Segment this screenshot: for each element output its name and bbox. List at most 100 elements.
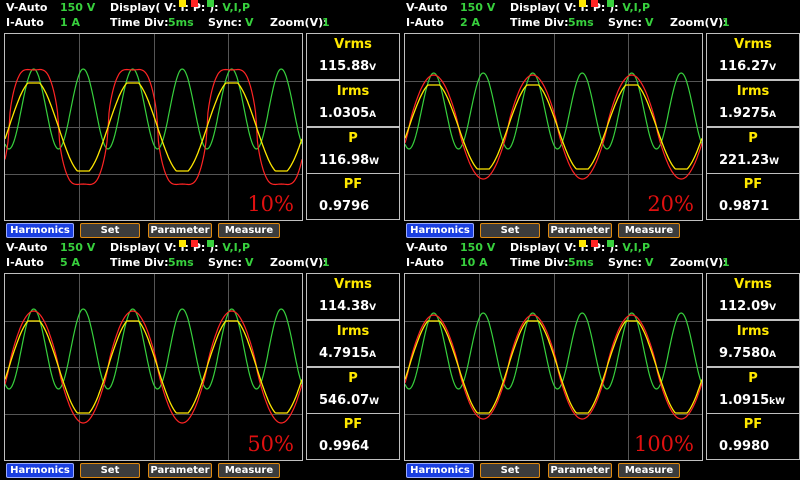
waveform-display: 10% <box>4 33 303 221</box>
irms-unit: A <box>769 110 777 120</box>
i-range-label: I-Auto <box>406 256 444 269</box>
power-swatch-icon <box>607 240 615 247</box>
power-value: 1.0915 <box>719 393 770 408</box>
set-button[interactable]: Set <box>80 463 140 478</box>
power-label: P <box>348 371 358 386</box>
pf-value: 0.9964 <box>319 439 370 454</box>
measure-button[interactable]: Measure <box>618 463 680 478</box>
pf-label: PF <box>343 177 363 192</box>
irms-value: 4.7915 <box>319 346 370 361</box>
vrms-label: Vrms <box>734 277 772 292</box>
waveform-display: 20% <box>404 33 703 221</box>
parameter-button[interactable]: Parameter <box>548 223 612 238</box>
vrms-value-group: 115.88V <box>319 59 376 74</box>
softkey-bar: Harmonics Set Parameter Measure <box>400 462 800 478</box>
current-swatch-icon <box>190 240 198 247</box>
vrms-unit: V <box>369 63 377 73</box>
readings-panel: Vrms 116.27V Irms 1.9275A P 221.23W PF 0.9871 <box>706 33 800 220</box>
parameter-button[interactable]: Parameter <box>148 463 212 478</box>
measure-button[interactable]: Measure <box>218 463 280 478</box>
meter-panel: V-Auto 150 V I-Auto 5 A Display( V: I: P: ):… <box>0 240 400 480</box>
vrms-value-group: 114.38V <box>319 299 376 314</box>
vrms-value: 115.88 <box>319 59 370 74</box>
vrms-unit: V <box>769 303 777 313</box>
current-swatch-icon <box>590 240 598 247</box>
sync-label: Sync: <box>608 256 642 269</box>
irms-value: 1.0305 <box>319 106 370 121</box>
vrms-value-group: 116.27V <box>719 59 776 74</box>
voltage-swatch-icon <box>178 0 186 7</box>
power-swatch-icon <box>207 0 215 7</box>
irms-reading: Irms 1.0305A <box>306 80 400 127</box>
power-value: 116.98 <box>319 153 370 168</box>
display-value: V,I,P <box>222 1 251 14</box>
pf-label: PF <box>343 417 363 432</box>
load-percent-label: 100% <box>633 432 694 456</box>
readings-panel: Vrms 115.88V Irms 1.0305A P 116.98W PF 0.9796 <box>306 33 400 220</box>
pf-value: 0.9796 <box>319 199 370 214</box>
v-range-value: 150 V <box>460 1 496 14</box>
status-header: V-Auto 150 V I-Auto 2 A Display( V: I: P: ):… <box>400 0 800 32</box>
parameter-button[interactable]: Parameter <box>548 463 612 478</box>
timediv-label: Time Div: <box>110 16 169 29</box>
waveform-display: 50% <box>4 273 303 461</box>
voltage-swatch-icon <box>578 240 586 247</box>
i-range-label: I-Auto <box>406 16 444 29</box>
power-value: 221.23 <box>719 153 770 168</box>
harmonics-button[interactable]: Harmonics <box>406 463 474 478</box>
set-button[interactable]: Set <box>480 223 540 238</box>
display-label: Display( V: <box>510 1 577 14</box>
power-label: P <box>348 131 358 146</box>
voltage-swatch-icon <box>178 240 186 247</box>
harmonics-button[interactable]: Harmonics <box>6 463 74 478</box>
pf-reading: PF 0.9796 <box>306 173 400 220</box>
meter-panel: V-Auto 150 V I-Auto 2 A Display( V: I: P: ):… <box>400 0 800 240</box>
irms-reading: Irms 1.9275A <box>706 80 800 127</box>
meter-panel: V-Auto 150 V I-Auto 1 A Display( V: I: P: ):… <box>0 0 400 240</box>
harmonics-button[interactable]: Harmonics <box>406 223 474 238</box>
zoom-value: 1 <box>722 16 730 29</box>
pf-label: PF <box>743 417 763 432</box>
zoom-value: 1 <box>322 16 330 29</box>
voltage-swatch-icon <box>578 0 586 7</box>
zoom-value: 1 <box>322 256 330 269</box>
harmonics-button[interactable]: Harmonics <box>6 223 74 238</box>
display-setting: Display( V: I: P: ): V,I,P <box>510 240 650 255</box>
vrms-unit: V <box>769 63 777 73</box>
v-range-label: V-Auto <box>6 1 48 14</box>
pf-value: 0.9871 <box>719 199 770 214</box>
power-value-group: 1.0915kW <box>719 393 785 408</box>
v-range-label: V-Auto <box>406 1 448 14</box>
set-button[interactable]: Set <box>80 223 140 238</box>
measure-button[interactable]: Measure <box>618 223 680 238</box>
softkey-bar: Harmonics Set Parameter Measure <box>400 222 800 238</box>
display-setting: Display( V: I: P: ): V,I,P <box>110 240 250 255</box>
vrms-value: 112.09 <box>719 299 770 314</box>
sync-value: V <box>245 16 254 29</box>
set-button[interactable]: Set <box>480 463 540 478</box>
irms-value: 1.9275 <box>719 106 770 121</box>
display-value: V,I,P <box>622 1 651 14</box>
zoom-label: Zoom(V): <box>670 16 728 29</box>
pf-value-group: 0.9871 <box>719 199 769 214</box>
power-unit: W <box>369 157 380 167</box>
zoom-label: Zoom(V): <box>670 256 728 269</box>
sync-label: Sync: <box>208 16 242 29</box>
v-range-label: V-Auto <box>6 241 48 254</box>
power-value: 546.07 <box>319 393 370 408</box>
power-swatch-icon <box>607 0 615 7</box>
v-range-value: 150 V <box>60 241 96 254</box>
sync-label: Sync: <box>208 256 242 269</box>
vrms-unit: V <box>369 303 377 313</box>
waveform-display: 100% <box>404 273 703 461</box>
pf-reading: PF 0.9964 <box>306 413 400 460</box>
irms-reading: Irms 9.7580A <box>706 320 800 367</box>
irms-value-group: 1.0305A <box>319 106 376 121</box>
measure-button[interactable]: Measure <box>218 223 280 238</box>
irms-value-group: 9.7580A <box>719 346 776 361</box>
timediv-label: Time Div: <box>510 256 569 269</box>
status-header: V-Auto 150 V I-Auto 10 A Display( V: I: P: )… <box>400 240 800 272</box>
parameter-button[interactable]: Parameter <box>148 223 212 238</box>
readings-panel: Vrms 114.38V Irms 4.7915A P 546.07W PF 0.9964 <box>306 273 400 460</box>
timediv-label: Time Div: <box>110 256 169 269</box>
